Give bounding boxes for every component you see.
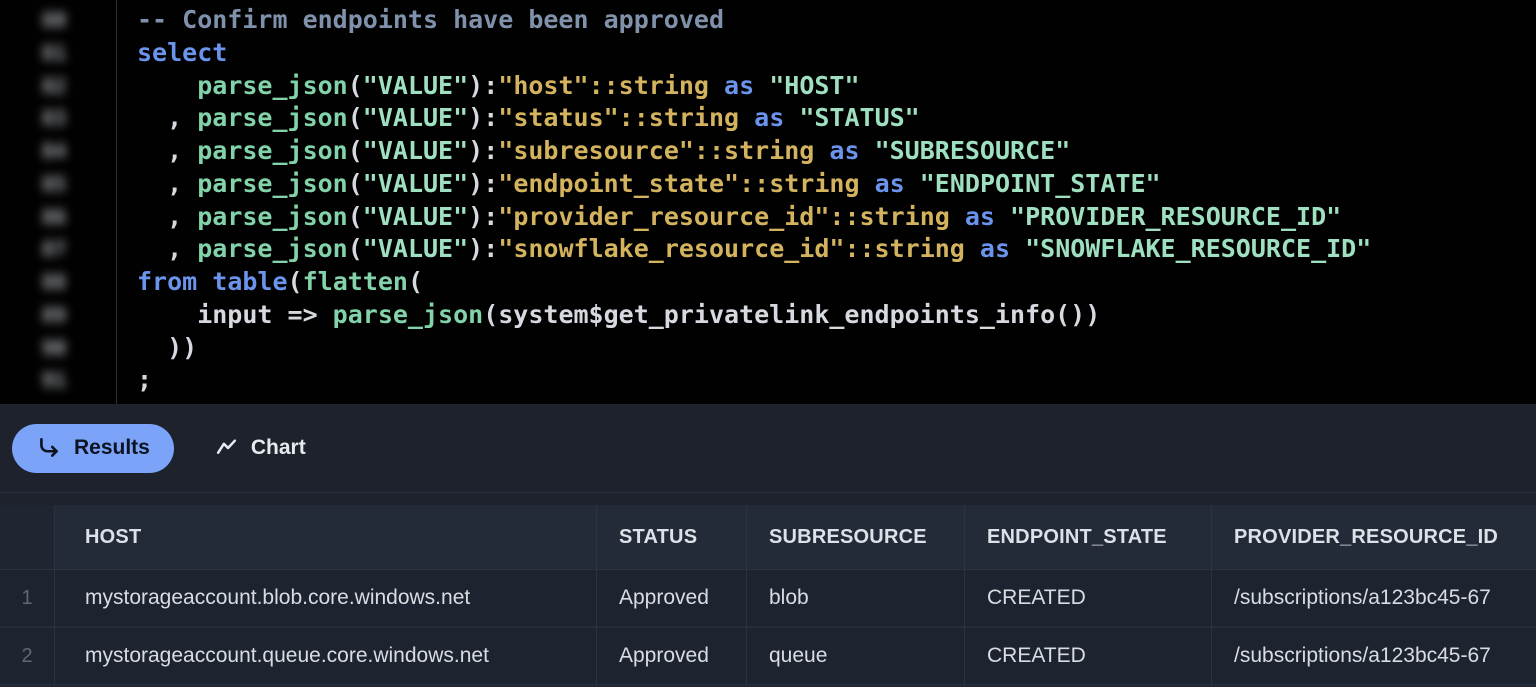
line-number: 83 <box>0 102 116 135</box>
line-number: 87 <box>0 233 116 266</box>
line-number: 82 <box>0 70 116 103</box>
results-table-header: HOSTSTATUSSUBRESOURCEENDPOINT_STATEPROVI… <box>0 505 1536 570</box>
column-header-host[interactable]: HOST <box>55 505 597 570</box>
table-cell[interactable]: CREATED <box>965 628 1212 686</box>
line-number: 90 <box>0 332 116 365</box>
column-header-provider-resource-id[interactable]: PROVIDER_RESOURCE_ID <box>1212 505 1536 570</box>
code-line[interactable]: , parse_json("VALUE"):"status"::string a… <box>137 102 1371 135</box>
code-line[interactable]: , parse_json("VALUE"):"subresource"::str… <box>137 135 1371 168</box>
row-number-header <box>0 505 55 570</box>
code-line[interactable]: )) <box>137 332 1371 365</box>
return-arrow-icon <box>36 435 62 461</box>
code-line[interactable]: parse_json("VALUE"):"host"::string as "H… <box>137 70 1371 103</box>
table-cell[interactable]: /subscriptions/a123bc45-67 <box>1212 628 1536 686</box>
table-cell[interactable]: /subscriptions/a123bc45-67 <box>1212 570 1536 628</box>
code-line[interactable]: ; <box>137 364 1371 397</box>
table-cell[interactable]: queue <box>747 628 965 686</box>
line-number: 85 <box>0 168 116 201</box>
table-cell[interactable]: Approved <box>597 628 747 686</box>
line-number: 80 <box>0 4 116 37</box>
column-header-subresource[interactable]: SUBRESOURCE <box>747 505 965 570</box>
results-table-body: 1mystorageaccount.blob.core.windows.netA… <box>0 570 1536 686</box>
results-tabbar: Results Chart <box>0 404 1536 493</box>
table-cell[interactable]: blob <box>747 570 965 628</box>
table-row: 1mystorageaccount.blob.core.windows.netA… <box>0 570 1536 628</box>
results-table: HOSTSTATUSSUBRESOURCEENDPOINT_STATEPROVI… <box>0 505 1536 686</box>
sql-editor[interactable]: 808182838485868788899091 -- Confirm endp… <box>0 0 1536 404</box>
code-line[interactable]: , parse_json("VALUE"):"endpoint_state"::… <box>137 168 1371 201</box>
worksheet-screen: 808182838485868788899091 -- Confirm endp… <box>0 0 1536 687</box>
line-number: 81 <box>0 37 116 70</box>
line-number: 88 <box>0 266 116 299</box>
tab-results[interactable]: Results <box>12 424 174 473</box>
column-header-endpoint-state[interactable]: ENDPOINT_STATE <box>965 505 1212 570</box>
line-number: 84 <box>0 135 116 168</box>
column-header-status[interactable]: STATUS <box>597 505 747 570</box>
table-cell[interactable]: mystorageaccount.queue.core.windows.net <box>55 628 597 686</box>
code-line[interactable]: , parse_json("VALUE"):"snowflake_resourc… <box>137 233 1371 266</box>
row-number-cell[interactable]: 2 <box>0 628 55 686</box>
table-cell[interactable]: CREATED <box>965 570 1212 628</box>
tab-chart[interactable]: Chart <box>190 424 330 473</box>
code-line[interactable]: from table(flatten( <box>137 266 1371 299</box>
line-number: 89 <box>0 299 116 332</box>
line-number: 86 <box>0 201 116 234</box>
tab-results-label: Results <box>74 436 150 460</box>
row-number-cell[interactable]: 1 <box>0 570 55 628</box>
tab-chart-label: Chart <box>251 436 306 460</box>
line-chart-icon <box>214 436 239 461</box>
table-cell[interactable]: Approved <box>597 570 747 628</box>
table-cell[interactable]: mystorageaccount.blob.core.windows.net <box>55 570 597 628</box>
code-line[interactable]: select <box>137 37 1371 70</box>
code-line[interactable]: input => parse_json(system$get_privateli… <box>137 299 1371 332</box>
code-line[interactable]: -- Confirm endpoints have been approved <box>137 4 1371 37</box>
code-line[interactable]: , parse_json("VALUE"):"provider_resource… <box>137 201 1371 234</box>
line-number-gutter: 808182838485868788899091 <box>0 0 117 404</box>
line-number: 91 <box>0 364 116 397</box>
sql-code[interactable]: -- Confirm endpoints have been approveds… <box>117 0 1371 404</box>
table-row: 2mystorageaccount.queue.core.windows.net… <box>0 628 1536 686</box>
